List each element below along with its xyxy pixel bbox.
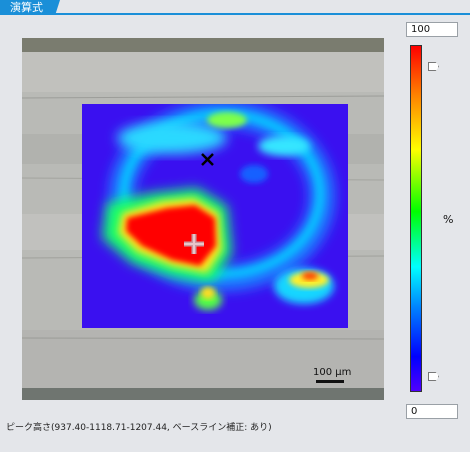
colorbar-upper-handle[interactable] bbox=[428, 62, 439, 71]
heatmap-overlay bbox=[82, 104, 348, 328]
image-view[interactable] bbox=[22, 38, 384, 400]
colorbar-lower-handle[interactable] bbox=[428, 372, 439, 381]
colorbar-min-field[interactable]: 0 bbox=[406, 404, 458, 419]
header-bar: 演算式 bbox=[0, 0, 470, 15]
status-text: ピーク高さ(937.40-1118.71-1207.44, ベースライン補正: … bbox=[6, 423, 272, 433]
micrograph bbox=[22, 38, 384, 400]
scale-bar-label: 100 µm bbox=[313, 367, 352, 378]
colorbar-unit-label: % bbox=[443, 213, 454, 226]
color-scale-bar bbox=[410, 45, 422, 392]
tab-formula[interactable]: 演算式 bbox=[0, 0, 60, 15]
header-accent-line bbox=[0, 13, 470, 15]
colorbar-max-field[interactable]: 100 bbox=[406, 22, 458, 37]
scale-bar bbox=[316, 380, 344, 383]
